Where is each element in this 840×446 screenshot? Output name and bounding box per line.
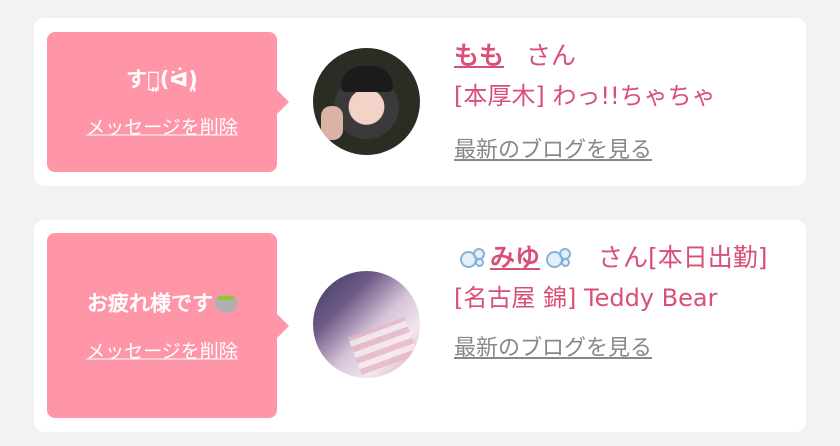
cast-name-link[interactable]: みゆ <box>454 243 576 272</box>
message-bubble: すぱ͈(ᐛ)͈ メッセージを削除 <box>47 32 289 172</box>
avatar[interactable] <box>313 271 420 378</box>
delete-message-link[interactable]: メッセージを削除 <box>86 336 238 363</box>
avatar[interactable] <box>313 48 420 155</box>
name-line: もも さん <box>454 36 776 76</box>
honorific: さん <box>526 41 577 70</box>
shop-location: [本厚木] わっ!!ちゃちゃ <box>454 82 716 110</box>
message-text: お疲れ様です <box>47 288 277 318</box>
message-text: すぱ͈(ᐛ)͈ <box>126 67 198 92</box>
message-card: すぱ͈(ᐛ)͈ メッセージを削除 もも さん [本厚木] わっ!!ちゃちゃ 最新の… <box>34 18 806 186</box>
cast-info: もも さん [本厚木] わっ!!ちゃちゃ 最新のブログを見る <box>454 36 776 164</box>
shop-location: [名古屋 錦] Teddy Bear <box>454 284 718 312</box>
bubble-tail <box>277 90 289 114</box>
delete-message-link[interactable]: メッセージを削除 <box>86 113 238 140</box>
bubbles-icon <box>546 248 572 268</box>
teacup-icon <box>215 294 237 312</box>
bubbles-icon <box>460 248 485 268</box>
name-line: みゆ さん[本日出勤] <box>454 238 776 278</box>
bubble-tail <box>277 313 289 338</box>
latest-blog-link[interactable]: 最新のブログを見る <box>454 330 652 362</box>
message-card: お疲れ様です メッセージを削除 みゆ さん[本日出勤] [名古屋 錦] Teddy… <box>34 220 806 432</box>
cast-info: みゆ さん[本日出勤] [名古屋 錦] Teddy Bear 最新のブログを見る <box>454 238 776 362</box>
latest-blog-link[interactable]: 最新のブログを見る <box>454 132 652 164</box>
honorific: さん[本日出勤] <box>598 243 768 272</box>
message-bubble: お疲れ様です メッセージを削除 <box>47 233 289 418</box>
cast-name-link[interactable]: もも <box>454 41 504 70</box>
